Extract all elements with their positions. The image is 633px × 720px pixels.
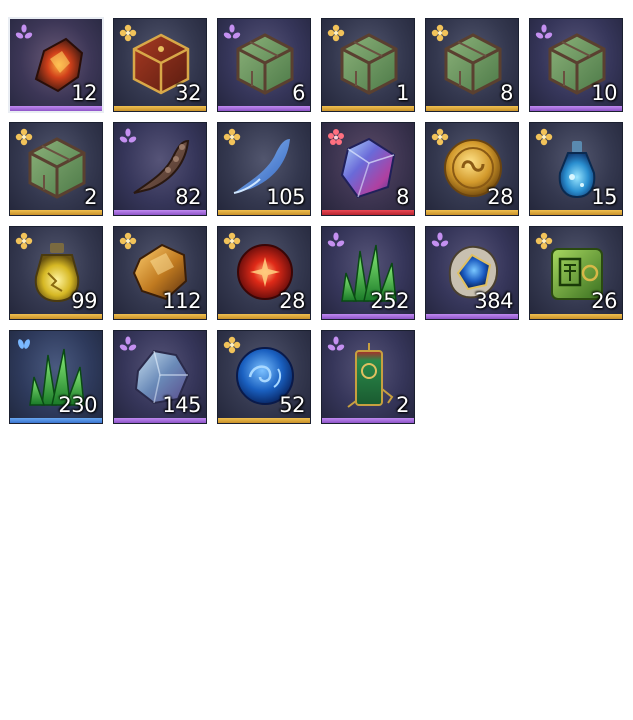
inventory-slot[interactable]: 230 <box>9 330 103 424</box>
rarity-bar <box>426 106 518 111</box>
rarity-bar <box>322 418 414 423</box>
inventory-slot[interactable]: 145 <box>113 330 207 424</box>
inventory-slot[interactable]: 10 <box>529 18 623 112</box>
item-quantity: 2 <box>84 185 97 209</box>
jade-cube-icon <box>340 33 398 95</box>
inventory-slot[interactable]: 52 <box>217 330 311 424</box>
inventory-slot[interactable]: 6 <box>217 18 311 112</box>
item-quantity: 99 <box>71 289 97 313</box>
item-quantity: 8 <box>396 185 409 209</box>
rarity-bar <box>218 210 310 215</box>
inventory-slot[interactable]: 32 <box>113 18 207 112</box>
item-quantity: 12 <box>71 81 97 105</box>
item-quantity: 252 <box>370 289 409 313</box>
rarity-bar <box>218 314 310 319</box>
item-quantity: 32 <box>175 81 201 105</box>
item-quantity: 52 <box>279 393 305 417</box>
rarity-bar <box>218 418 310 423</box>
item-quantity: 112 <box>162 289 201 313</box>
item-quantity: 145 <box>162 393 201 417</box>
item-quantity: 384 <box>474 289 513 313</box>
rarity-bar <box>114 210 206 215</box>
rarity-bar <box>10 314 102 319</box>
rarity-bar <box>530 210 622 215</box>
inventory-slot[interactable]: 384 <box>425 226 519 320</box>
inventory-slot[interactable]: 2 <box>321 330 415 424</box>
item-quantity: 82 <box>175 185 201 209</box>
item-quantity: 8 <box>500 81 513 105</box>
jade-cube-icon <box>236 33 294 95</box>
inventory-slot[interactable]: 26 <box>529 226 623 320</box>
item-quantity: 26 <box>591 289 617 313</box>
inventory-slot[interactable]: 252 <box>321 226 415 320</box>
inventory-slot[interactable]: 112 <box>113 226 207 320</box>
rarity-bar <box>322 210 414 215</box>
item-quantity: 10 <box>591 81 617 105</box>
item-quantity: 15 <box>591 185 617 209</box>
item-quantity: 28 <box>279 289 305 313</box>
rarity-bar <box>322 106 414 111</box>
rarity-bar <box>218 106 310 111</box>
inventory-slot[interactable]: 105 <box>217 122 311 216</box>
inventory-slot[interactable]: 1 <box>321 18 415 112</box>
inventory-slot[interactable]: 28 <box>217 226 311 320</box>
rarity-bar <box>322 314 414 319</box>
prism-crystal-icon <box>340 137 396 199</box>
jade-cube-icon <box>444 33 502 95</box>
inventory-slot[interactable]: 28 <box>425 122 519 216</box>
rarity-bar <box>530 314 622 319</box>
rarity-bar <box>114 418 206 423</box>
rarity-bar <box>114 314 206 319</box>
rarity-bar <box>10 210 102 215</box>
rarity-bar <box>426 314 518 319</box>
inventory-slot[interactable]: 82 <box>113 122 207 216</box>
rarity-bar <box>10 418 102 423</box>
rarity-bar <box>426 210 518 215</box>
inventory-slot[interactable]: 8 <box>321 122 415 216</box>
rarity-bar <box>530 106 622 111</box>
rarity-bar <box>114 106 206 111</box>
inventory-grid: 12 32 6 1 8 10 2 82 105 8 28 15 99 112 28 252 384 26 230 14… <box>8 17 623 424</box>
item-quantity: 1 <box>396 81 409 105</box>
rarity-bar <box>10 106 102 111</box>
inventory-slot[interactable]: 8 <box>425 18 519 112</box>
jade-cube-icon <box>28 137 86 199</box>
inventory-slot[interactable]: 12 <box>8 17 104 113</box>
item-quantity: 6 <box>292 81 305 105</box>
item-quantity: 2 <box>396 393 409 417</box>
inventory-slot[interactable]: 2 <box>9 122 103 216</box>
inventory-slot[interactable]: 15 <box>529 122 623 216</box>
item-quantity: 230 <box>58 393 97 417</box>
item-quantity: 105 <box>266 185 305 209</box>
jade-talisman-icon <box>347 343 394 408</box>
item-quantity: 28 <box>487 185 513 209</box>
inventory-slot[interactable]: 99 <box>9 226 103 320</box>
